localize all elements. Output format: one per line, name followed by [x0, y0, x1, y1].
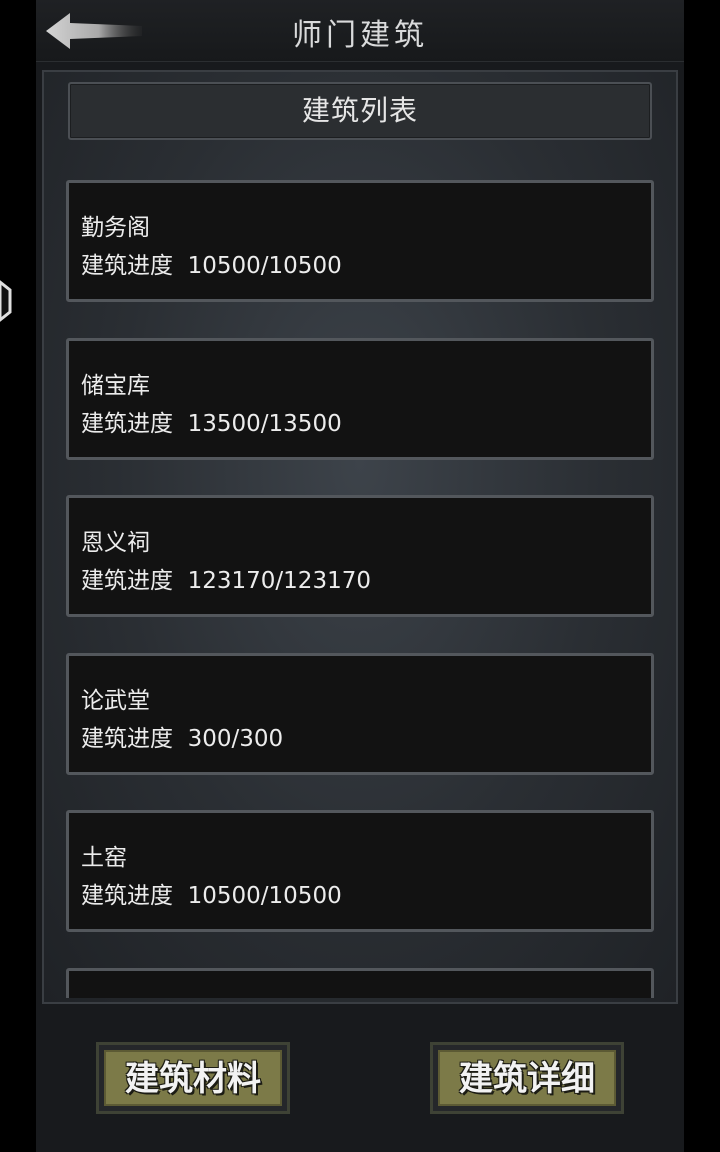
building-details-label: 建筑详细	[438, 1050, 616, 1106]
building-list[interactable]: 勤务阁 建筑进度 10500/10500 储宝库 建筑进度 13500/1350…	[44, 172, 676, 998]
building-card[interactable]: 土窑 建筑进度 10500/10500	[66, 810, 654, 932]
progress-label: 建筑进度	[81, 726, 173, 752]
top-bar: 师门建筑	[36, 0, 684, 62]
building-card[interactable]	[66, 968, 654, 998]
building-progress: 建筑进度 10500/10500	[81, 876, 342, 910]
building-name: 勤务阁	[81, 215, 150, 241]
progress-label: 建筑进度	[81, 411, 173, 437]
building-materials-label: 建筑材料	[104, 1050, 282, 1106]
building-progress: 建筑进度 123170/123170	[81, 561, 371, 595]
list-title: 建筑列表	[68, 82, 652, 140]
building-details-button[interactable]: 建筑详细	[430, 1042, 624, 1114]
progress-value: 10500/10500	[187, 883, 342, 909]
building-name: 恩义祠	[81, 530, 150, 556]
building-progress: 建筑进度 13500/13500	[81, 404, 342, 438]
building-card[interactable]: 论武堂 建筑进度 300/300	[66, 653, 654, 775]
building-progress: 建筑进度 300/300	[81, 719, 283, 753]
building-list-panel: 建筑列表 勤务阁 建筑进度 10500/10500 储宝库 建筑进度 13500…	[42, 70, 678, 1004]
building-materials-button[interactable]: 建筑材料	[96, 1042, 290, 1114]
building-card[interactable]: 恩义祠 建筑进度 123170/123170	[66, 495, 654, 617]
building-card[interactable]: 勤务阁 建筑进度 10500/10500	[66, 180, 654, 302]
building-card[interactable]: 储宝库 建筑进度 13500/13500	[66, 338, 654, 460]
progress-value: 10500/10500	[187, 253, 342, 279]
progress-label: 建筑进度	[81, 568, 173, 594]
building-name: 土窑	[81, 845, 127, 871]
side-hexagon-icon[interactable]	[0, 278, 14, 324]
building-name: 论武堂	[81, 688, 150, 714]
game-screen: 师门建筑 建筑列表 勤务阁 建筑进度 10500/10500 储宝库 建筑进度 …	[36, 0, 684, 1152]
progress-label: 建筑进度	[81, 253, 173, 279]
progress-label: 建筑进度	[81, 883, 173, 909]
progress-value: 300/300	[187, 726, 284, 752]
progress-value: 123170/123170	[187, 568, 371, 594]
building-name: 储宝库	[81, 373, 150, 399]
progress-value: 13500/13500	[187, 411, 342, 437]
building-progress: 建筑进度 10500/10500	[81, 246, 342, 280]
page-title: 师门建筑	[292, 18, 428, 53]
